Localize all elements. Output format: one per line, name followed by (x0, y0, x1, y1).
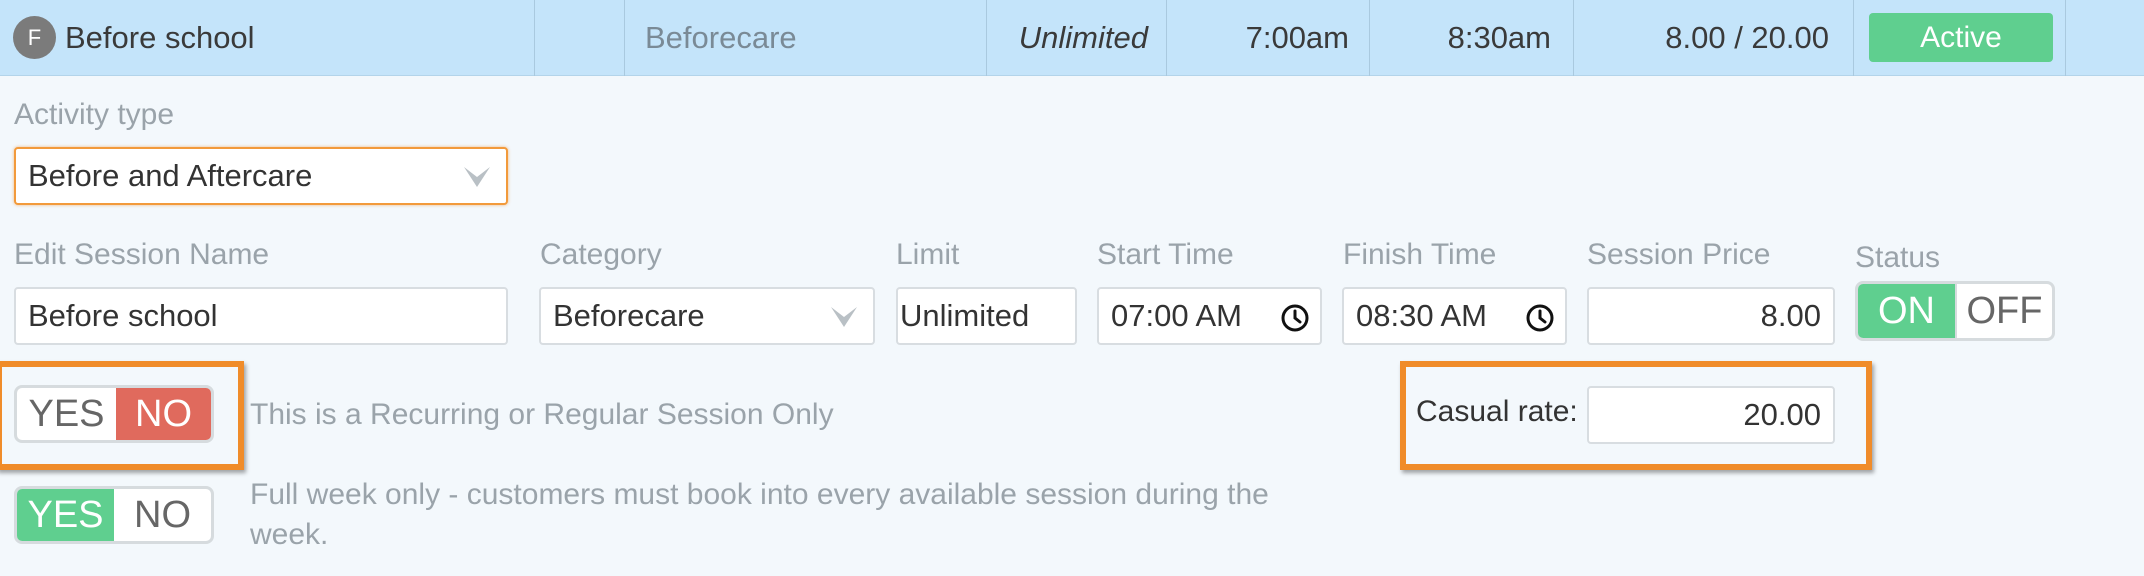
clock-icon[interactable] (1525, 303, 1555, 333)
status-off-option[interactable]: OFF (1955, 284, 2052, 338)
status-on-option[interactable]: ON (1858, 284, 1955, 338)
avatar: F (13, 16, 56, 59)
actions-cell (2066, 0, 2140, 76)
session-row[interactable]: F Before school Beforecare Unlimited 7:0… (0, 0, 2144, 76)
clock-icon[interactable] (1280, 303, 1310, 333)
status-toggle[interactable]: ON OFF (1855, 281, 2055, 341)
start-time-label: Start Time (1097, 238, 1234, 271)
recurring-toggle[interactable]: YES NO (14, 385, 214, 443)
chevron-down-icon (831, 307, 857, 327)
finish-time-label: Finish Time (1343, 238, 1497, 271)
category-select[interactable]: Beforecare (539, 287, 875, 345)
session-name-input[interactable]: Before school (14, 287, 508, 345)
category-value: Beforecare (553, 298, 705, 333)
start-time-input[interactable]: 07:00 AM (1097, 287, 1322, 345)
recurring-no-option[interactable]: NO (116, 388, 211, 440)
session-name-label: Edit Session Name (14, 238, 270, 271)
blank-cell (535, 0, 625, 76)
category-cell: Beforecare (625, 0, 987, 76)
session-price-label: Session Price (1587, 238, 1771, 271)
activity-type-value: Before and Aftercare (28, 158, 313, 193)
start-time-cell: 7:00am (1167, 0, 1370, 76)
start-time-value: 07:00 AM (1111, 298, 1242, 333)
session-price-input[interactable]: 8.00 (1587, 287, 1835, 345)
finish-time-value: 08:30 AM (1356, 298, 1487, 333)
chevron-down-icon (464, 167, 490, 187)
activity-type-label: Activity type (14, 98, 175, 131)
casual-rate-input[interactable]: 20.00 (1587, 386, 1835, 444)
session-name-value: Before school (28, 298, 218, 333)
limit-value: Unlimited (900, 298, 1030, 333)
limit-label: Limit (896, 238, 960, 271)
activity-type-select[interactable]: Before and Aftercare (14, 147, 508, 205)
recurring-yes-option[interactable]: YES (17, 388, 116, 440)
status-badge: Active (1869, 13, 2053, 62)
session-name-text: Before school (65, 19, 255, 55)
finish-time-cell: 8:30am (1370, 0, 1574, 76)
full-week-toggle[interactable]: YES NO (14, 486, 214, 544)
price-cell: 8.00 / 20.00 (1574, 0, 1854, 76)
limit-input[interactable]: Unlimited (896, 287, 1077, 345)
casual-rate-label: Casual rate: (1416, 395, 1578, 428)
category-label: Category (540, 238, 662, 271)
casual-rate-value: 20.00 (1743, 397, 1821, 432)
limit-cell: Unlimited (987, 0, 1167, 76)
session-name-cell: F Before school (0, 0, 535, 76)
full-week-no-option[interactable]: NO (114, 489, 211, 541)
finish-time-input[interactable]: 08:30 AM (1342, 287, 1567, 345)
session-price-value: 8.00 (1760, 298, 1821, 333)
full-week-description: Full week only - customers must book int… (250, 478, 1269, 551)
status-cell: Active (1854, 0, 2066, 76)
recurring-description: This is a Recurring or Regular Session O… (250, 398, 834, 431)
status-label: Status (1855, 241, 1941, 274)
full-week-yes-option[interactable]: YES (17, 489, 114, 541)
